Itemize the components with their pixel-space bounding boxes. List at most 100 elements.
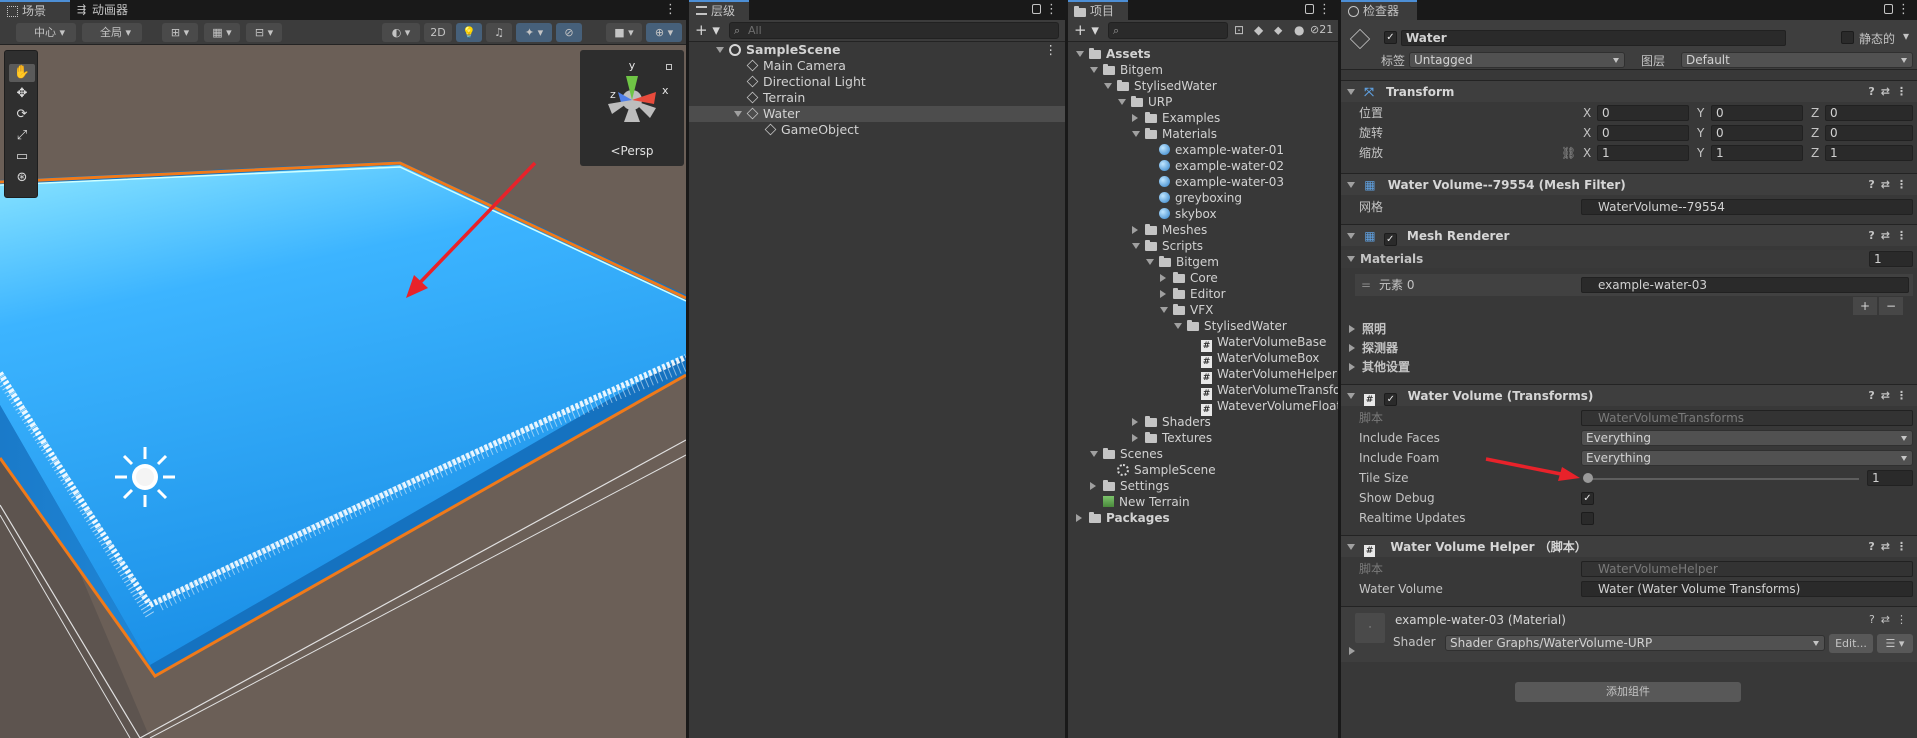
layer-dropdown[interactable]: Default [1681,52,1913,68]
grid-snap-button[interactable]: ⊞ ▾ [162,23,198,42]
expand-arrow-icon[interactable] [1132,243,1140,249]
remove-element-button[interactable]: − [1879,297,1903,315]
materials-size-field[interactable]: 1 [1869,251,1913,267]
persp-label[interactable]: <Persp [580,144,684,158]
transform-tool-icon[interactable]: ⊛ [9,169,35,187]
wvt-foldout-icon[interactable] [1347,393,1355,399]
show-debug-checkbox[interactable]: ✓ [1581,492,1594,505]
project-item[interactable]: Core [1068,270,1338,286]
scale-y[interactable]: 1 [1711,145,1803,161]
water-volume-object-field[interactable]: Water (Water Volume Transforms) [1581,581,1913,597]
project-item[interactable]: StylisedWater [1068,78,1338,94]
add-component-button[interactable]: 添加组件 [1515,682,1741,702]
expand-arrow-icon[interactable] [716,47,724,53]
hierarchy-item[interactable]: Directional Light [689,74,1065,90]
expand-arrow-icon[interactable] [1132,131,1140,137]
element-0-material-field[interactable]: example-water-03 [1581,277,1909,293]
probes-foldout[interactable]: 探测器 [1341,339,1917,357]
project-item[interactable]: # WaterVolumeTransfor [1068,382,1338,400]
wvh-foldout-icon[interactable] [1347,544,1355,550]
visibility-count[interactable]: ⊘21 [1310,23,1333,36]
project-item[interactable]: Textures [1068,430,1338,446]
project-item[interactable]: example-water-02 [1068,158,1338,174]
meshfilter-header[interactable]: ▦ Water Volume--79554 (Mesh Filter) ?⇄⋮ [1341,173,1917,195]
hierarchy-item[interactable]: Terrain [689,90,1065,106]
meshfilter-actions-icon[interactable]: ?⇄⋮ [1868,174,1913,196]
rotation-y[interactable]: 0 [1711,125,1803,141]
realtime-updates-checkbox[interactable] [1581,512,1594,525]
expand-arrow-icon[interactable] [1160,274,1166,282]
hierarchy-item[interactable]: GameObject [689,122,1065,138]
project-menu-icon[interactable]: ⋮ [1318,2,1331,17]
other-settings-foldout[interactable]: 其他设置 [1341,358,1917,376]
hierarchy-menu-icon[interactable]: ⋮ [1045,2,1058,17]
inspector-lock-icon[interactable] [1884,4,1893,14]
camera-settings-icon[interactable]: ■ ▾ [606,23,642,42]
project-item[interactable]: Meshes [1068,222,1338,238]
tile-size-input[interactable]: 1 [1867,470,1913,486]
tab-animator[interactable]: ⇶ 动画器 [70,0,150,20]
orientation-gizmo[interactable]: y x z <Persp [580,50,684,166]
shader-edit-button[interactable]: Edit... [1829,634,1873,653]
mode-2d-button[interactable]: 2D [424,23,452,42]
scene-viewport[interactable]: ✋ ✥ ⟳ ⤢ ▭ ⊛ y x z <Persp [0,45,686,738]
effects-toggle-icon[interactable]: ✦ ▾ [516,23,552,42]
project-item[interactable]: VFX [1068,302,1338,318]
transform-header[interactable]: ⤧ Transform ?⇄⋮ [1341,80,1917,102]
tab-project[interactable]: 项目 [1068,0,1128,20]
project-item[interactable]: Scripts [1068,238,1338,254]
scale-tool-icon[interactable]: ⤢ [9,127,35,145]
expand-arrow-icon[interactable] [734,111,742,117]
include-faces-dropdown[interactable]: Everything [1581,430,1913,446]
expand-arrow-icon[interactable] [1076,514,1082,522]
hierarchy-scene-root[interactable]: SampleScene ⋮ [689,42,1065,58]
project-item[interactable]: Assets [1068,46,1338,62]
rotate-tool-icon[interactable]: ⟳ [9,106,35,124]
drag-handle-icon[interactable]: = [1361,274,1371,296]
tab-scene[interactable]: 场景 [0,0,70,20]
shader-dropdown[interactable]: Shader Graphs/WaterVolume-URP [1445,635,1825,651]
draw-mode-button[interactable]: ◐ ▾ [382,23,420,42]
position-x[interactable]: 0 [1597,105,1689,121]
wvh-header[interactable]: # Water Volume Helper （脚本） ?⇄⋮ [1341,535,1917,557]
position-y[interactable]: 0 [1711,105,1803,121]
project-item[interactable]: URP [1068,94,1338,110]
wvh-actions-icon[interactable]: ?⇄⋮ [1868,536,1913,558]
static-checkbox[interactable] [1841,31,1854,44]
project-item[interactable]: greyboxing [1068,190,1338,206]
renderer-actions-icon[interactable]: ?⇄⋮ [1868,225,1913,247]
project-item[interactable]: skybox [1068,206,1338,222]
project-item[interactable]: Scenes [1068,446,1338,462]
project-item[interactable]: # WaterVolumeHelper [1068,366,1338,384]
scene-menu-kebab-icon[interactable]: ⋮ [1045,42,1058,58]
expand-arrow-icon[interactable] [1118,99,1126,105]
move-tool-icon[interactable]: ✥ [9,85,35,103]
project-item[interactable]: # WaterVolumeBase [1068,334,1338,352]
increment-snap-button[interactable]: ⊟ ▾ [246,23,282,42]
project-item[interactable]: Materials [1068,126,1338,142]
shader-list-button[interactable]: ☰ ▾ [1877,634,1913,653]
expand-arrow-icon[interactable] [1132,114,1138,122]
rotation-x[interactable]: 0 [1597,125,1689,141]
project-item[interactable]: Shaders [1068,414,1338,430]
pivot-dropdown[interactable]: 中心 ▾ [16,23,76,42]
expand-arrow-icon[interactable] [1104,83,1112,89]
component-actions-icon[interactable]: ?⇄⋮ [1868,81,1913,103]
expand-arrow-icon[interactable] [1090,451,1098,457]
hierarchy-search-input[interactable]: ⌕ All [729,22,1059,39]
expand-arrow-icon[interactable] [1090,67,1098,73]
lighting-foldout[interactable]: 照明 [1341,320,1917,338]
wvt-enabled-checkbox[interactable]: ✓ [1384,393,1398,406]
expand-arrow-icon[interactable] [1090,482,1096,490]
project-item[interactable]: Examples [1068,110,1338,126]
search-by-type-icon[interactable]: ⊡ [1234,23,1244,37]
tag-icon[interactable]: ⬥ [1274,23,1282,38]
project-create-button[interactable]: + ▾ [1074,21,1099,39]
static-dropdown-icon[interactable]: ▾ [1903,29,1909,43]
tag-dropdown[interactable]: Untagged [1409,52,1625,68]
gizmo-lock-icon[interactable] [666,64,672,70]
expand-arrow-icon[interactable] [1160,290,1166,298]
mesh-object-field[interactable]: WaterVolume--79554 [1581,199,1913,215]
scene-menu-icon[interactable]: ⋮ [664,2,677,17]
project-item[interactable]: example-water-03 [1068,174,1338,190]
